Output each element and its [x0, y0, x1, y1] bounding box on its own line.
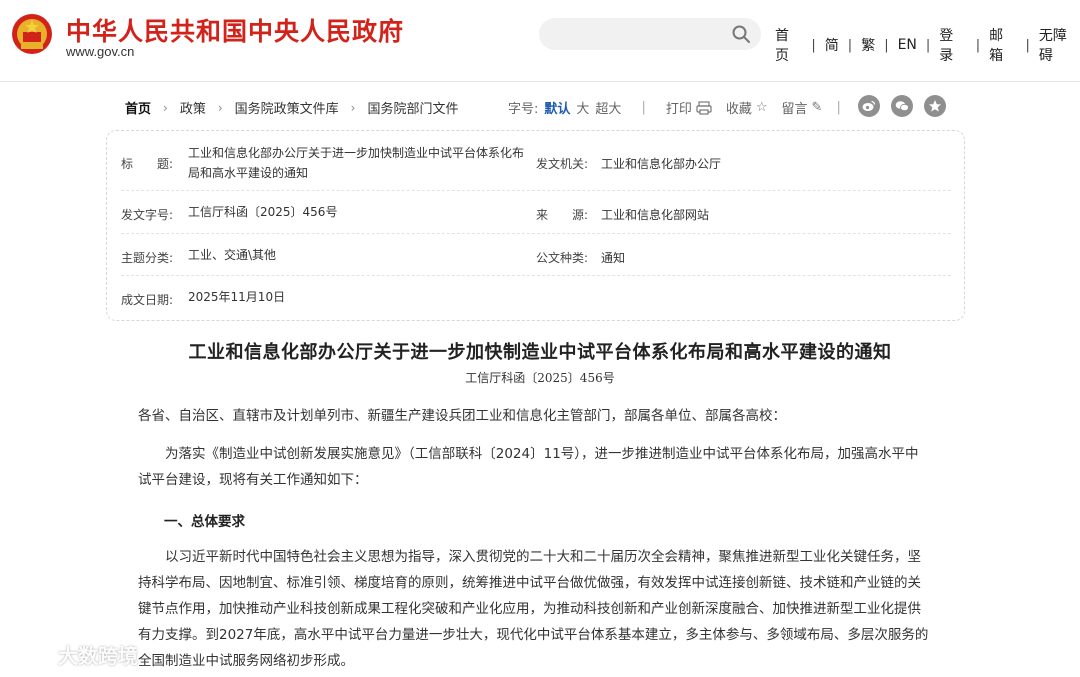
info-issuer-value: 工业和信息化部办公厅: [601, 157, 722, 171]
info-row-title: 标 题: 工业和信息化部办公厅关于进一步加快制造业中试平台体系化布 局和高水平建…: [121, 143, 951, 191]
intro-line: 为落实《制造业中试创新发展实施意见》（工信部联科〔2024〕11号），进一步推进…: [138, 446, 919, 462]
nav-separator: |: [847, 37, 853, 53]
nav-mail[interactable]: 邮箱: [989, 25, 1016, 65]
info-type-key: 公文种类:: [536, 251, 589, 265]
national-emblem-icon[interactable]: [11, 12, 53, 56]
pencil-icon: ✎: [811, 100, 823, 115]
font-size-label: 字号:: [508, 102, 539, 117]
nav-accessibility[interactable]: 无障碍: [1039, 25, 1080, 65]
intro-paragraph: 为落实《制造业中试创新发展实施意见》（工信部联科〔2024〕11号），进一步推进…: [138, 441, 940, 493]
body-line: 有力支撑。到2027年底，高水平中试平台力量进一步壮大，现代化中试平台体系基本建…: [138, 627, 929, 643]
font-size-xlarge[interactable]: 超大: [595, 98, 621, 117]
nav-separator: |: [975, 37, 981, 53]
comment-button[interactable]: 留言 ✎: [782, 98, 823, 117]
breadcrumb-policy[interactable]: 政策: [180, 98, 206, 117]
site-header: 中华人民共和国中央人民政府 www.gov.cn 首页 | 简 | 繁 | EN…: [0, 0, 1080, 82]
nav-separator: |: [884, 37, 889, 53]
watermark-text: 大数跨境: [58, 644, 138, 668]
info-source-key: 来 源:: [536, 208, 589, 222]
watermark-logo-icon: [10, 646, 49, 662]
star-icon[interactable]: [924, 95, 946, 117]
info-row-topic: 主题分类: 工业、交通\其他 公文种类: 通知: [121, 234, 951, 276]
tools-divider: |: [641, 100, 646, 115]
nav-separator: |: [811, 37, 816, 53]
tools-divider: |: [836, 100, 841, 115]
info-row-docno: 发文字号: 工信厅科函〔2025〕456号 来 源: 工业和信息化部网站: [121, 191, 951, 234]
body-paragraph: 以习近平新时代中国特色社会主义思想为指导，深入贯彻党的二十大和二十届历次全会精神…: [138, 544, 940, 674]
nav-traditional[interactable]: 繁: [861, 35, 875, 55]
info-date-value: 2025年11月10日: [188, 290, 286, 304]
star-outline-icon: ☆: [755, 100, 768, 115]
info-date-key: 成文日期:: [121, 293, 174, 307]
chevron-right-icon: ›: [217, 100, 223, 115]
nav-english[interactable]: EN: [898, 37, 917, 53]
info-docno-key: 发文字号:: [121, 208, 174, 222]
font-size-large[interactable]: 大: [576, 98, 589, 117]
nav-separator: |: [1025, 37, 1030, 53]
page-tools: 字号: 默认 大 超大 | 打印 收藏 ☆ 留言 ✎ |: [508, 98, 849, 117]
body-line: 持科学布局、因地制宜、标准引领、梯度培育的原则，统筹推进中试平台做优做强，有效发…: [138, 575, 921, 591]
info-title-line2: 局和高水平建设的通知: [188, 166, 309, 180]
intro-line: 试平台建设，现将有关工作通知如下：: [138, 472, 368, 488]
search-icon[interactable]: [731, 24, 751, 44]
printer-icon: [696, 100, 712, 115]
body-line: 以习近平新时代中国特色社会主义思想为指导，深入贯彻党的二十大和二十届历次全会精神…: [138, 549, 921, 565]
site-title[interactable]: 中华人民共和国中央人民政府: [66, 12, 404, 48]
breadcrumb: 首页 › 政策 › 国务院政策文件库 › 国务院部门文件: [125, 98, 459, 118]
nav-home[interactable]: 首页: [775, 25, 802, 65]
document-title: 工业和信息化部办公厅关于进一步加快制造业中试平台体系化布局和高水平建设的通知: [188, 342, 892, 363]
info-source-value: 工业和信息化部网站: [601, 208, 710, 222]
search-input[interactable]: [539, 18, 761, 50]
font-size-default[interactable]: 默认: [544, 98, 570, 117]
print-label: 打印: [665, 102, 692, 117]
info-docno-value: 工信厅科函〔2025〕456号: [188, 205, 338, 219]
nav-separator: |: [925, 37, 931, 53]
info-row-date: 成文日期: 2025年11月10日: [121, 276, 951, 316]
section-heading: 一、总体要求: [164, 514, 245, 530]
nav-simplified[interactable]: 简: [825, 35, 839, 55]
chevron-right-icon: ›: [163, 100, 168, 115]
share-icons: [858, 95, 946, 117]
breadcrumb-department-docs[interactable]: 国务院部门文件: [367, 98, 458, 117]
nav-login[interactable]: 登录: [939, 25, 966, 65]
breadcrumb-home[interactable]: 首页: [125, 98, 151, 117]
favorite-button[interactable]: 收藏 ☆: [726, 98, 768, 117]
body-line: 全国制造业中试服务网络初步形成。: [138, 653, 354, 669]
chevron-right-icon: ›: [350, 100, 356, 115]
info-issuer-key: 发文机关:: [536, 157, 589, 171]
breadcrumb-policy-library[interactable]: 国务院政策文件库: [235, 98, 339, 117]
print-button[interactable]: 打印: [666, 98, 712, 117]
wechat-icon[interactable]: [891, 95, 913, 117]
top-nav: 首页 | 简 | 繁 | EN | 登录 | 邮箱 | 无障碍: [775, 25, 1080, 65]
info-topic-value: 工业、交通\其他: [188, 248, 277, 262]
breadcrumb-bar: 首页 › 政策 › 国务院政策文件库 › 国务院部门文件 字号: 默认 大 超大…: [125, 95, 955, 118]
salutation: 各省、自治区、直辖市及计划单列市、新疆生产建设兵团工业和信息化主管部门，部属各单…: [138, 408, 786, 424]
watermark: 大数跨境: [8, 640, 138, 669]
info-title-key: 标 题:: [121, 157, 174, 171]
body-line: 键节点作用，加快推动产业科技创新成果工程化突破和产业化应用，为推动科技创新和产业…: [138, 601, 921, 617]
weibo-icon[interactable]: [858, 95, 880, 117]
info-title-line1: 工业和信息化部办公厅关于进一步加快制造业中试平台体系化布: [188, 146, 525, 160]
document-number: 工信厅科函〔2025〕456号: [465, 371, 615, 385]
info-title-value: 工业和信息化部办公厅关于进一步加快制造业中试平台体系化布 局和高水平建设的通知: [188, 143, 524, 183]
info-type-value: 通知: [601, 251, 626, 265]
document-info-box: 标 题: 工业和信息化部办公厅关于进一步加快制造业中试平台体系化布 局和高水平建…: [106, 130, 965, 321]
site-domain: www.gov.cn: [66, 44, 135, 59]
info-topic-key: 主题分类:: [121, 251, 174, 265]
comment-label: 留言: [781, 102, 808, 117]
favorite-label: 收藏: [725, 102, 752, 117]
